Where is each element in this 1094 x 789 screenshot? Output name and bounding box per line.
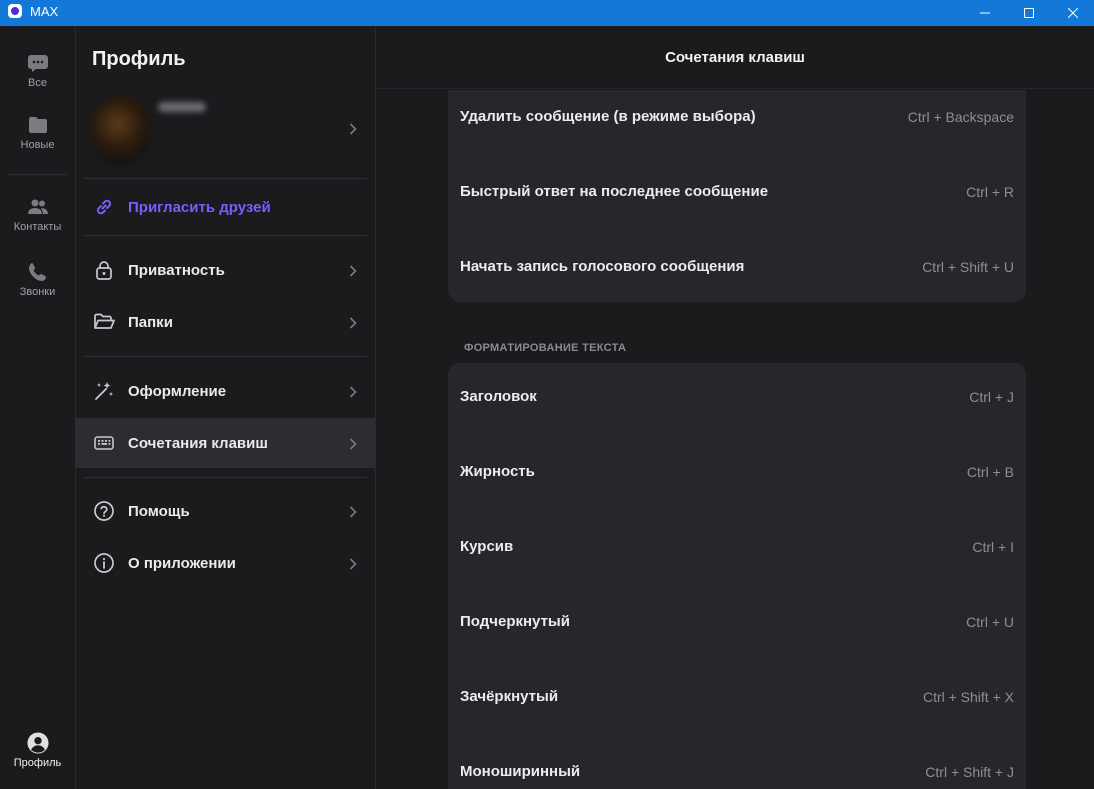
shortcut-keys: Ctrl + J	[969, 370, 1014, 424]
menu-item-label: Оформление	[128, 383, 226, 400]
shortcut-action: Подчеркнутый	[460, 595, 570, 649]
maximize-icon	[1024, 8, 1034, 18]
magic-wand-icon	[93, 380, 115, 402]
menu-item-folders[interactable]: Папки	[76, 297, 375, 347]
chevron-right-icon	[349, 557, 357, 575]
shortcut-row: Моноширинный Ctrl + Shift + J	[448, 745, 1026, 789]
shortcuts-content: Сочетания клавиш Удалить сообщение (в ре…	[376, 26, 1094, 789]
close-button[interactable]	[1050, 0, 1094, 26]
divider	[84, 178, 367, 179]
window-title: MAX	[30, 4, 58, 19]
menu-item-label: О приложении	[128, 555, 236, 572]
help-icon	[93, 500, 115, 522]
shortcut-keys: Ctrl + Shift + X	[923, 670, 1014, 724]
phone-icon	[27, 261, 49, 283]
chevron-right-icon	[349, 505, 357, 523]
contacts-icon	[27, 196, 49, 218]
shortcut-card: Удалить сообщение (в режиме выбора) Ctrl…	[448, 90, 1026, 302]
rail-item-label: Звонки	[20, 286, 56, 298]
rail-item-new[interactable]: Новые	[0, 114, 75, 151]
menu-item-help[interactable]: Помощь	[76, 486, 375, 536]
shortcut-action: Жирность	[460, 445, 535, 499]
window-titlebar: MAX	[0, 0, 1094, 26]
content-header: Сочетания клавиш	[376, 26, 1094, 89]
shortcut-row: Начать запись голосового сообщения Ctrl …	[448, 240, 1026, 315]
menu-item-label: Пригласить друзей	[128, 199, 271, 216]
lock-icon	[93, 259, 115, 281]
shortcut-row: Быстрый ответ на последнее сообщение Ctr…	[448, 165, 1026, 240]
chevron-right-icon	[349, 316, 357, 334]
invite-friends-button[interactable]: Пригласить друзей	[76, 182, 375, 232]
minimize-icon	[980, 8, 990, 18]
minimize-button[interactable]	[962, 0, 1008, 26]
nav-rail: Все Новые Контакты Звонки Профиль	[0, 26, 76, 789]
formatting-card: Заголовок Ctrl + J Жирность Ctrl + B Кур…	[448, 363, 1026, 789]
rail-item-label: Новые	[21, 139, 55, 151]
chevron-right-icon	[349, 264, 357, 282]
folder-open-icon	[93, 311, 115, 333]
info-icon	[93, 552, 115, 574]
rail-item-label: Профиль	[14, 757, 62, 769]
shortcut-row: Заголовок Ctrl + J	[448, 370, 1026, 445]
shortcut-row: Жирность Ctrl + B	[448, 445, 1026, 520]
rail-item-all[interactable]: Все	[0, 52, 75, 89]
divider	[84, 477, 367, 478]
menu-item-appearance[interactable]: Оформление	[76, 366, 375, 416]
shortcut-row: Курсив Ctrl + I	[448, 520, 1026, 595]
profile-card[interactable]	[76, 90, 375, 172]
rail-item-profile[interactable]: Профиль	[0, 732, 75, 769]
shortcut-action: Зачёркнутый	[460, 670, 558, 724]
profile-name-blurred	[158, 102, 206, 112]
shortcut-keys: Ctrl + R	[966, 165, 1014, 219]
menu-item-about[interactable]: О приложении	[76, 538, 375, 588]
chevron-right-icon	[349, 385, 357, 403]
close-icon	[1068, 8, 1078, 18]
menu-item-label: Папки	[128, 314, 173, 331]
avatar	[90, 96, 152, 166]
link-icon	[93, 196, 115, 218]
shortcut-action: Быстрый ответ на последнее сообщение	[460, 165, 768, 219]
divider	[84, 235, 367, 236]
shortcut-action: Начать запись голосового сообщения	[460, 240, 744, 294]
shortcut-action: Заголовок	[460, 370, 537, 424]
chevron-right-icon	[349, 122, 357, 140]
shortcut-action: Моноширинный	[460, 745, 580, 789]
menu-item-label: Помощь	[128, 503, 190, 520]
content-title: Сочетания клавиш	[665, 49, 805, 66]
shortcut-keys: Ctrl + Backspace	[908, 90, 1014, 144]
divider	[84, 356, 367, 357]
rail-item-contacts[interactable]: Контакты	[0, 196, 75, 233]
menu-item-label: Приватность	[128, 262, 225, 279]
keyboard-icon	[93, 432, 115, 454]
rail-item-label: Все	[28, 77, 47, 89]
menu-item-shortcuts[interactable]: Сочетания клавиш	[76, 418, 375, 468]
shortcut-action: Удалить сообщение (в режиме выбора)	[460, 90, 756, 144]
shortcut-keys: Ctrl + Shift + J	[925, 745, 1014, 789]
menu-item-privacy[interactable]: Приватность	[76, 245, 375, 295]
shortcut-row: Подчеркнутый Ctrl + U	[448, 595, 1026, 670]
shortcut-keys: Ctrl + U	[966, 595, 1014, 649]
chevron-right-icon	[349, 437, 357, 455]
app-logo-icon	[8, 4, 22, 18]
section-title: ФОРМАТИРОВАНИЕ ТЕКСТА	[464, 342, 626, 354]
rail-item-calls[interactable]: Звонки	[0, 261, 75, 298]
shortcut-keys: Ctrl + B	[967, 445, 1014, 499]
rail-item-label: Контакты	[14, 221, 62, 233]
page-title: Профиль	[92, 48, 186, 71]
profile-panel: Профиль Пригласить друзей Приватность Па…	[76, 26, 376, 789]
chat-bubble-icon	[27, 52, 49, 74]
shortcut-keys: Ctrl + Shift + U	[922, 240, 1014, 294]
shortcut-row: Удалить сообщение (в режиме выбора) Ctrl…	[448, 90, 1026, 165]
maximize-button[interactable]	[1006, 0, 1052, 26]
shortcut-keys: Ctrl + I	[972, 520, 1014, 574]
user-avatar-icon	[27, 732, 49, 754]
folder-icon	[27, 114, 49, 136]
shortcut-row: Зачёркнутый Ctrl + Shift + X	[448, 670, 1026, 745]
menu-item-label: Сочетания клавиш	[128, 435, 268, 452]
rail-divider	[8, 174, 67, 175]
shortcut-action: Курсив	[460, 520, 513, 574]
